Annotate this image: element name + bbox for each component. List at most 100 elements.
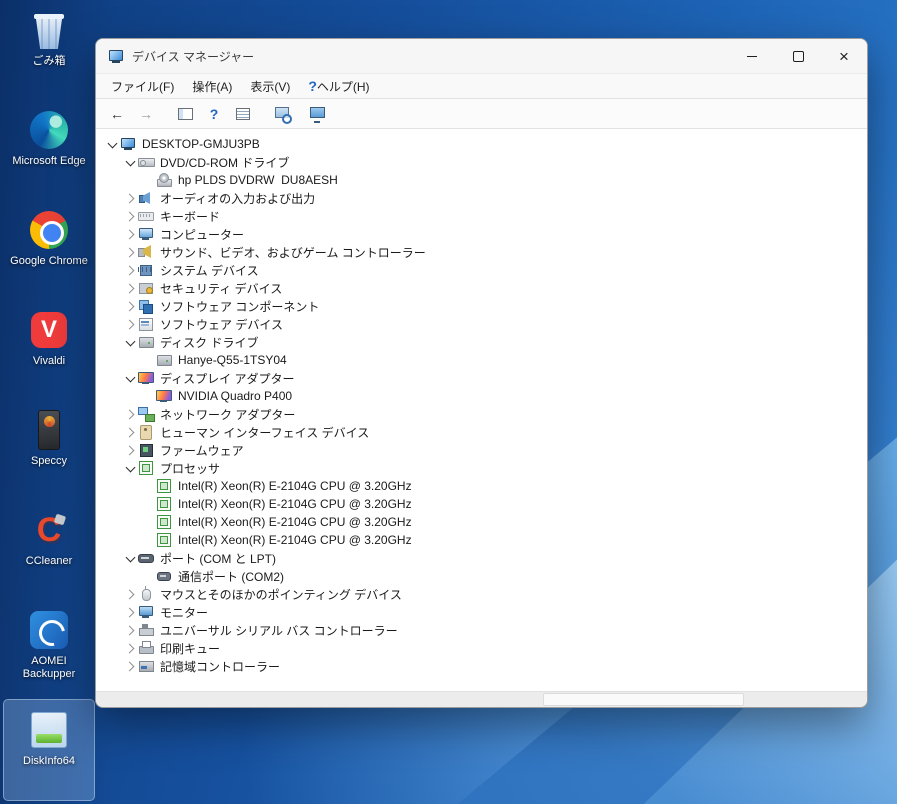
- chevron-icon[interactable]: [140, 388, 156, 404]
- toolbar-button-scan[interactable]: [269, 102, 295, 126]
- desktop-icon-diskinfo64[interactable]: DiskInfo64: [4, 700, 94, 800]
- chevron-icon[interactable]: [122, 370, 138, 386]
- chevron-icon[interactable]: [122, 334, 138, 350]
- chevron-icon[interactable]: [122, 586, 138, 602]
- toolbar-button-back[interactable]: [104, 102, 130, 126]
- chevron-icon[interactable]: [140, 532, 156, 548]
- tree-item[interactable]: ポート (COM と LPT): [96, 549, 867, 567]
- toolbar-button-console-tree[interactable]: [172, 102, 198, 126]
- chevron-icon[interactable]: [122, 298, 138, 314]
- tree-item[interactable]: プロセッサ: [96, 459, 867, 477]
- device-icon: [138, 424, 154, 440]
- window-control-close[interactable]: [821, 39, 867, 73]
- desktop-icon-label: Google Chrome: [10, 255, 88, 268]
- chevron-icon[interactable]: [122, 640, 138, 656]
- chevron-icon[interactable]: [122, 622, 138, 638]
- tree-item[interactable]: ユニバーサル シリアル バス コントローラー: [96, 621, 867, 639]
- tree-item[interactable]: 印刷キュー: [96, 639, 867, 657]
- tree-item[interactable]: Intel(R) Xeon(R) E-2104G CPU @ 3.20GHz: [96, 477, 867, 495]
- desktop-icon-speccy[interactable]: Speccy: [4, 400, 94, 500]
- tree-item[interactable]: ネットワーク アダプター: [96, 405, 867, 423]
- chevron-icon[interactable]: [122, 208, 138, 224]
- tree-item[interactable]: DESKTOP-GMJU3PB: [96, 135, 867, 153]
- chevron-icon[interactable]: [140, 496, 156, 512]
- chevron-icon[interactable]: [122, 316, 138, 332]
- tree-item-label: ディスク ドライブ: [160, 334, 259, 351]
- device-icon: [138, 406, 154, 422]
- desktop-icon-label: AOMEI Backupper: [5, 655, 93, 680]
- tree-item-label: DESKTOP-GMJU3PB: [142, 137, 260, 151]
- window-control-maximize[interactable]: [775, 39, 821, 73]
- scrollbar-thumb[interactable]: [543, 693, 743, 706]
- tree-item[interactable]: システム デバイス: [96, 261, 867, 279]
- chevron-icon[interactable]: [122, 154, 138, 170]
- tree-item-label: NVIDIA Quadro P400: [178, 389, 292, 403]
- chevron-icon[interactable]: [122, 460, 138, 476]
- device-icon: [156, 388, 172, 404]
- tree-item-label: Intel(R) Xeon(R) E-2104G CPU @ 3.20GHz: [178, 533, 412, 547]
- device-icon: [138, 226, 154, 242]
- toolbar-button-properties[interactable]: [230, 102, 256, 126]
- desktop-icon-ccleaner[interactable]: CCleaner: [4, 500, 94, 600]
- tree-item[interactable]: Hanye-Q55-1TSY04: [96, 351, 867, 369]
- chevron-icon[interactable]: [122, 190, 138, 206]
- toolbar-button-devices[interactable]: [304, 102, 330, 126]
- desktop-icon-recycle-bin[interactable]: ごみ箱: [4, 0, 94, 100]
- tree-item[interactable]: 通信ポート (COM2): [96, 567, 867, 585]
- tree-item[interactable]: Intel(R) Xeon(R) E-2104G CPU @ 3.20GHz: [96, 531, 867, 549]
- tree-item[interactable]: オーディオの入力および出力: [96, 189, 867, 207]
- menu-file[interactable]: ファイル(F): [102, 75, 183, 98]
- tree-item[interactable]: サウンド、ビデオ、およびゲーム コントローラー: [96, 243, 867, 261]
- edge-icon: [27, 108, 71, 152]
- chevron-icon[interactable]: [122, 424, 138, 440]
- chevron-icon[interactable]: [104, 136, 120, 152]
- chevron-icon[interactable]: [140, 172, 156, 188]
- chevron-icon[interactable]: [122, 406, 138, 422]
- chevron-icon[interactable]: [140, 568, 156, 584]
- desktop-icon-label: Speccy: [31, 455, 67, 468]
- menu-help[interactable]: ヘルプ(H): [299, 75, 378, 98]
- chevron-icon[interactable]: [122, 658, 138, 674]
- horizontal-scrollbar[interactable]: [96, 691, 867, 707]
- tree-item[interactable]: ディスク ドライブ: [96, 333, 867, 351]
- chevron-icon[interactable]: [140, 478, 156, 494]
- desktop-icon-vivaldi[interactable]: Vivaldi: [4, 300, 94, 400]
- tree-item[interactable]: マウスとそのほかのポインティング デバイス: [96, 585, 867, 603]
- device-icon: [156, 478, 172, 494]
- tree-item[interactable]: ディスプレイ アダプター: [96, 369, 867, 387]
- tree-item[interactable]: Intel(R) Xeon(R) E-2104G CPU @ 3.20GHz: [96, 513, 867, 531]
- desktop-icon-microsoft-edge[interactable]: Microsoft Edge: [4, 100, 94, 200]
- desktop-icon-aomei-backupper[interactable]: AOMEI Backupper: [4, 600, 94, 700]
- chevron-icon[interactable]: [122, 262, 138, 278]
- tree-item[interactable]: ソフトウェア コンポーネント: [96, 297, 867, 315]
- tree-item[interactable]: hp PLDS DVDRW DU8AESH: [96, 171, 867, 189]
- titlebar[interactable]: デバイス マネージャー: [96, 39, 867, 73]
- tree-item[interactable]: モニター: [96, 603, 867, 621]
- window-control-minimize[interactable]: [729, 39, 775, 73]
- tree-item[interactable]: Intel(R) Xeon(R) E-2104G CPU @ 3.20GHz: [96, 495, 867, 513]
- chevron-icon[interactable]: [122, 226, 138, 242]
- tree-item[interactable]: NVIDIA Quadro P400: [96, 387, 867, 405]
- chevron-icon[interactable]: [122, 442, 138, 458]
- toolbar-button-forward[interactable]: [133, 102, 159, 126]
- tree-item[interactable]: ソフトウェア デバイス: [96, 315, 867, 333]
- tree-item[interactable]: 記憶域コントローラー: [96, 657, 867, 675]
- tree-item[interactable]: コンピューター: [96, 225, 867, 243]
- chevron-icon[interactable]: [122, 280, 138, 296]
- tree-item[interactable]: ファームウェア: [96, 441, 867, 459]
- desktop-icon-google-chrome[interactable]: Google Chrome: [4, 200, 94, 300]
- desktop-icon-label: Vivaldi: [33, 355, 65, 368]
- chevron-icon[interactable]: [140, 514, 156, 530]
- tree-item[interactable]: DVD/CD-ROM ドライブ: [96, 153, 867, 171]
- menu-action[interactable]: 操作(A): [183, 75, 241, 98]
- chevron-icon[interactable]: [122, 604, 138, 620]
- toolbar-button-help[interactable]: [201, 102, 227, 126]
- chevron-icon[interactable]: [122, 244, 138, 260]
- tree-item[interactable]: セキュリティ デバイス: [96, 279, 867, 297]
- tree-item[interactable]: キーボード: [96, 207, 867, 225]
- tree-item[interactable]: ヒューマン インターフェイス デバイス: [96, 423, 867, 441]
- menu-view[interactable]: 表示(V): [241, 75, 299, 98]
- chevron-icon[interactable]: [140, 352, 156, 368]
- chevron-icon[interactable]: [122, 550, 138, 566]
- tree-item-label: hp PLDS DVDRW DU8AESH: [178, 173, 338, 187]
